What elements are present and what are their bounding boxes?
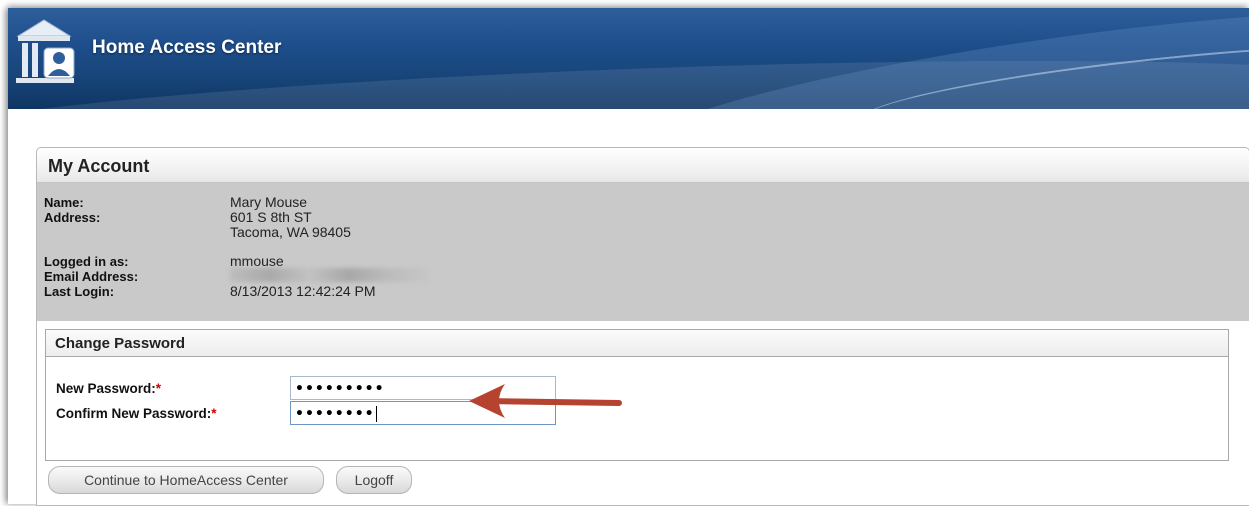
account-info: Name: Mary Mouse Address: 601 S 8th ST T… [37,183,1249,321]
panel-header: My Account [37,148,1249,183]
text-caret [375,406,377,422]
logoff-button[interactable]: Logoff [336,466,412,494]
address-line1: 601 S 8th ST [230,209,312,225]
subpanel-header: Change Password [46,330,1228,357]
header-banner: Home Access Center [8,8,1249,109]
my-account-panel: My Account Name: Mary Mouse Address: 601… [36,147,1249,506]
confirm-password-value: •••••••• [295,406,375,422]
logged-in-value: mmouse [230,253,284,269]
address-line2: Tacoma, WA 98405 [230,224,351,240]
name-label: Name: [44,195,84,210]
address-label: Address: [44,210,101,225]
email-label: Email Address: [44,269,139,284]
new-password-label: New Password:* [56,381,161,396]
annotation-arrow-icon [469,384,622,418]
page-frame: Home Access Center My Account Name: Mary… [8,8,1249,506]
email-value-blurred [230,268,428,282]
building-person-icon [16,19,75,83]
app-title: Home Access Center [92,37,282,58]
change-password-title: Change Password [55,335,186,352]
required-marker: * [155,381,162,396]
new-password-value: ••••••••• [295,381,385,397]
required-marker: * [211,406,217,421]
continue-button[interactable]: Continue to HomeAccess Center [48,466,324,494]
confirm-password-label: Confirm New Password:* [56,406,217,421]
logged-in-label: Logged in as: [44,254,129,269]
new-password-label-text: New Password: [56,381,156,396]
panel-title: My Account [48,156,150,176]
confirm-password-label-text: Confirm New Password: [56,406,212,421]
change-password-panel: Change Password New Password:* •••••••••… [45,329,1229,461]
last-login-value: 8/13/2013 12:42:24 PM [230,283,376,299]
name-value: Mary Mouse [230,194,308,210]
last-login-label: Last Login: [44,284,115,299]
